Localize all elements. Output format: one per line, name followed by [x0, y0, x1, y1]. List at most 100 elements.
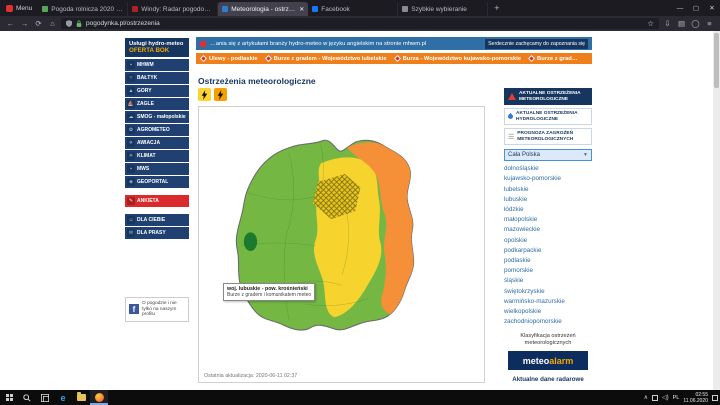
- tooltip-warning: Burze z gradem i komunikatem meteo: [227, 292, 311, 298]
- sidebar-toggle-icon[interactable]: ▤: [676, 19, 687, 28]
- ticker-label: Burze z gradem - Województwo lubelskie: [274, 56, 387, 62]
- region-link-wielkopolskie[interactable]: wielkopolskie: [504, 307, 592, 317]
- region-link-kujawsko-pomorskie[interactable]: kujawsko-pomorskie: [504, 174, 592, 184]
- network-icon[interactable]: [652, 395, 658, 401]
- taskbar-firefox-button[interactable]: [90, 390, 108, 405]
- awiacja-icon: ✈: [127, 139, 135, 147]
- region-link-swietokrzyskie[interactable]: świętokrzyskie: [504, 287, 592, 297]
- sidebar-item-awiacja[interactable]: ✈AWIACJA: [125, 137, 189, 149]
- region-link-dolnoslaskie[interactable]: dolnośląskie: [504, 164, 592, 174]
- sidebar-item-dla-prasy[interactable]: ✉DLA PRASY: [125, 227, 189, 239]
- scrollbar-thumb[interactable]: [714, 33, 719, 88]
- offer-header[interactable]: Usługi hydro-meteo OFERTA BOK: [125, 38, 189, 57]
- taskbar-edge-button[interactable]: e: [54, 390, 72, 405]
- region-link-lubuskie[interactable]: lubuskie: [504, 195, 592, 205]
- orange-storm-alert-icon[interactable]: [214, 88, 227, 101]
- banner-button[interactable]: Serdecznie zachęcamy do zapoznania się: [485, 39, 588, 49]
- region-link-slaskie[interactable]: śląskie: [504, 276, 592, 286]
- reload-icon[interactable]: ⟳: [33, 19, 44, 28]
- ticker-item[interactable]: Burze z gradem - Województwo lubelskie: [266, 56, 387, 62]
- language-indicator[interactable]: PL: [673, 395, 680, 401]
- browser-toolbar: ← → ⟳ ⌂ pogodynka.pl/ostrzezenia ☆ ⇩ ▤ ◯…: [0, 16, 720, 31]
- poland-warning-map[interactable]: [209, 113, 475, 365]
- map-region-highlighted-county[interactable]: [243, 232, 256, 251]
- tab-favicon: [402, 6, 408, 12]
- sidebar-item-zagle[interactable]: ⛵ŻAGLE: [125, 98, 189, 110]
- back-icon[interactable]: ←: [5, 19, 16, 28]
- warning-icon: [528, 55, 535, 62]
- task-view-button[interactable]: [36, 390, 54, 405]
- forward-icon[interactable]: →: [19, 19, 30, 28]
- taskbar-clock[interactable]: 02:55 11.06.2020: [683, 392, 708, 404]
- sidebar-item-klimat[interactable]: ☀KLIMAT: [125, 150, 189, 162]
- hazard-forecast-button[interactable]: ☰ PROGNOZA ZAGROŻEŃ METEOROLOGICZNYCH: [504, 128, 592, 145]
- ticker-item[interactable]: Burza - Województwo kujawsko-pomorskie: [395, 56, 521, 62]
- region-link-opolskie[interactable]: opolskie: [504, 236, 592, 246]
- region-link-pomorskie[interactable]: pomorskie: [504, 266, 592, 276]
- region-link-podkarpackie[interactable]: podkarpackie: [504, 246, 592, 256]
- tray-chevron-icon[interactable]: ∧: [644, 394, 648, 401]
- ticker-item[interactable]: Ulewy - podlaskie: [201, 56, 258, 62]
- facebook-widget[interactable]: f O pogodzie i nie tylko na naszym profi…: [125, 297, 189, 322]
- tab-title: Meteorologia - ostrzeżen…: [231, 6, 295, 13]
- volume-icon[interactable]: ◁): [662, 394, 669, 401]
- dla-prasy-icon: ✉: [127, 229, 135, 237]
- region-link-podlaskie[interactable]: podlaskie: [504, 256, 592, 266]
- sidebar-item-baltyk[interactable]: ≈BAŁTYK: [125, 72, 189, 84]
- tab-meteorologia-active[interactable]: Meteorologia - ostrzeżen… ✕: [218, 2, 308, 16]
- address-bar[interactable]: pogodynka.pl/ostrzezenia ☆: [61, 18, 659, 29]
- current-meteo-warnings-button[interactable]: AKTUALNE OSTRZEŻENIA METEOROLOGICZNE: [504, 88, 592, 105]
- ticker-item[interactable]: Burze z grad…: [529, 56, 578, 62]
- offer-header-line2: OFERTA BOK: [129, 47, 185, 54]
- tab-szybkie-wybieranie[interactable]: Szybkie wybieranie: [398, 2, 488, 16]
- notifications-icon[interactable]: [712, 395, 718, 401]
- maximize-button[interactable]: ▢: [688, 0, 704, 16]
- sidebar-item-gory[interactable]: ▲GÓRY: [125, 85, 189, 97]
- taskbar-explorer-button[interactable]: [72, 390, 90, 405]
- app-menu-icon[interactable]: ≡: [704, 19, 715, 28]
- browser-tab-bar: Menu Pogoda rolnicza 2020 - St… Windy: R…: [0, 0, 720, 16]
- mws-icon: ▪: [127, 165, 135, 173]
- sidebar-item-ankieta[interactable]: ✎ANKIETA: [125, 195, 189, 207]
- region-link-malopolskie[interactable]: małopolskie: [504, 215, 592, 225]
- mhwm-banner[interactable]: …ania się z artykułami branży hydro-mete…: [196, 37, 592, 50]
- downloads-icon[interactable]: ⇩: [662, 19, 673, 28]
- sidebar-item-geoportal[interactable]: ◈GEOPORTAL: [125, 176, 189, 188]
- sidebar-item-dla-ciebie[interactable]: ☺DLA CIEBIE: [125, 214, 189, 226]
- tab-windy-radar[interactable]: Windy: Radar pogodowy…: [128, 2, 218, 16]
- tab-close-icon[interactable]: ✕: [298, 6, 304, 13]
- close-button[interactable]: ✕: [704, 0, 720, 16]
- region-link-warminsko-mazurskie[interactable]: warmińsko-mazurskie: [504, 297, 592, 307]
- facebook-icon: f: [129, 304, 139, 314]
- region-link-zachodniopomorskie[interactable]: zachodniopomorskie: [504, 317, 592, 327]
- baltyk-icon: ≈: [127, 74, 135, 82]
- sidebar-item-mws[interactable]: ▪MWS: [125, 163, 189, 175]
- meteoalarm-logo[interactable]: meteoalarm: [508, 351, 588, 370]
- sidebar-item-smog[interactable]: ☁SMOG - małopolskie: [125, 111, 189, 123]
- yellow-storm-alert-icon[interactable]: [198, 88, 211, 101]
- new-tab-button[interactable]: +: [488, 3, 505, 13]
- tab-pogoda-rolnicza[interactable]: Pogoda rolnicza 2020 - St…: [38, 2, 128, 16]
- region-link-lubelskie[interactable]: lubelskie: [504, 185, 592, 195]
- region-link-lodzkie[interactable]: łódzkie: [504, 205, 592, 215]
- sidebar-item-agrometeo[interactable]: ✿AGROMETEO: [125, 124, 189, 136]
- tab-title: Szybkie wybieranie: [411, 6, 483, 13]
- home-icon[interactable]: ⌂: [47, 19, 58, 28]
- start-button[interactable]: [0, 390, 18, 405]
- button-label: AKTUALNE OSTRZEŻENIA METEOROLOGICZNE: [519, 91, 588, 102]
- browser-menu[interactable]: Menu: [0, 5, 38, 12]
- taskbar-search-button[interactable]: [18, 390, 36, 405]
- chevron-down-icon: ▼: [583, 152, 588, 158]
- account-icon[interactable]: ◯: [690, 19, 701, 28]
- tab-facebook[interactable]: Facebook: [308, 2, 398, 16]
- tab-favicon: [42, 6, 48, 12]
- page-scrollbar[interactable]: [713, 31, 720, 390]
- minimize-button[interactable]: —: [672, 0, 688, 16]
- radar-data-link[interactable]: Aktualne dane radarowe: [504, 376, 592, 383]
- region-link-mazowieckie[interactable]: mazowieckie: [504, 225, 592, 235]
- bookmark-star-icon[interactable]: ☆: [647, 19, 654, 28]
- sidebar-item-mhwm[interactable]: ▪MHWM: [125, 59, 189, 71]
- region-select[interactable]: Cała Polska ▼: [504, 149, 592, 161]
- klimat-icon: ☀: [127, 152, 135, 160]
- current-hydro-warnings-button[interactable]: AKTUALNE OSTRZEŻENIA HYDROLOGICZNE: [504, 108, 592, 125]
